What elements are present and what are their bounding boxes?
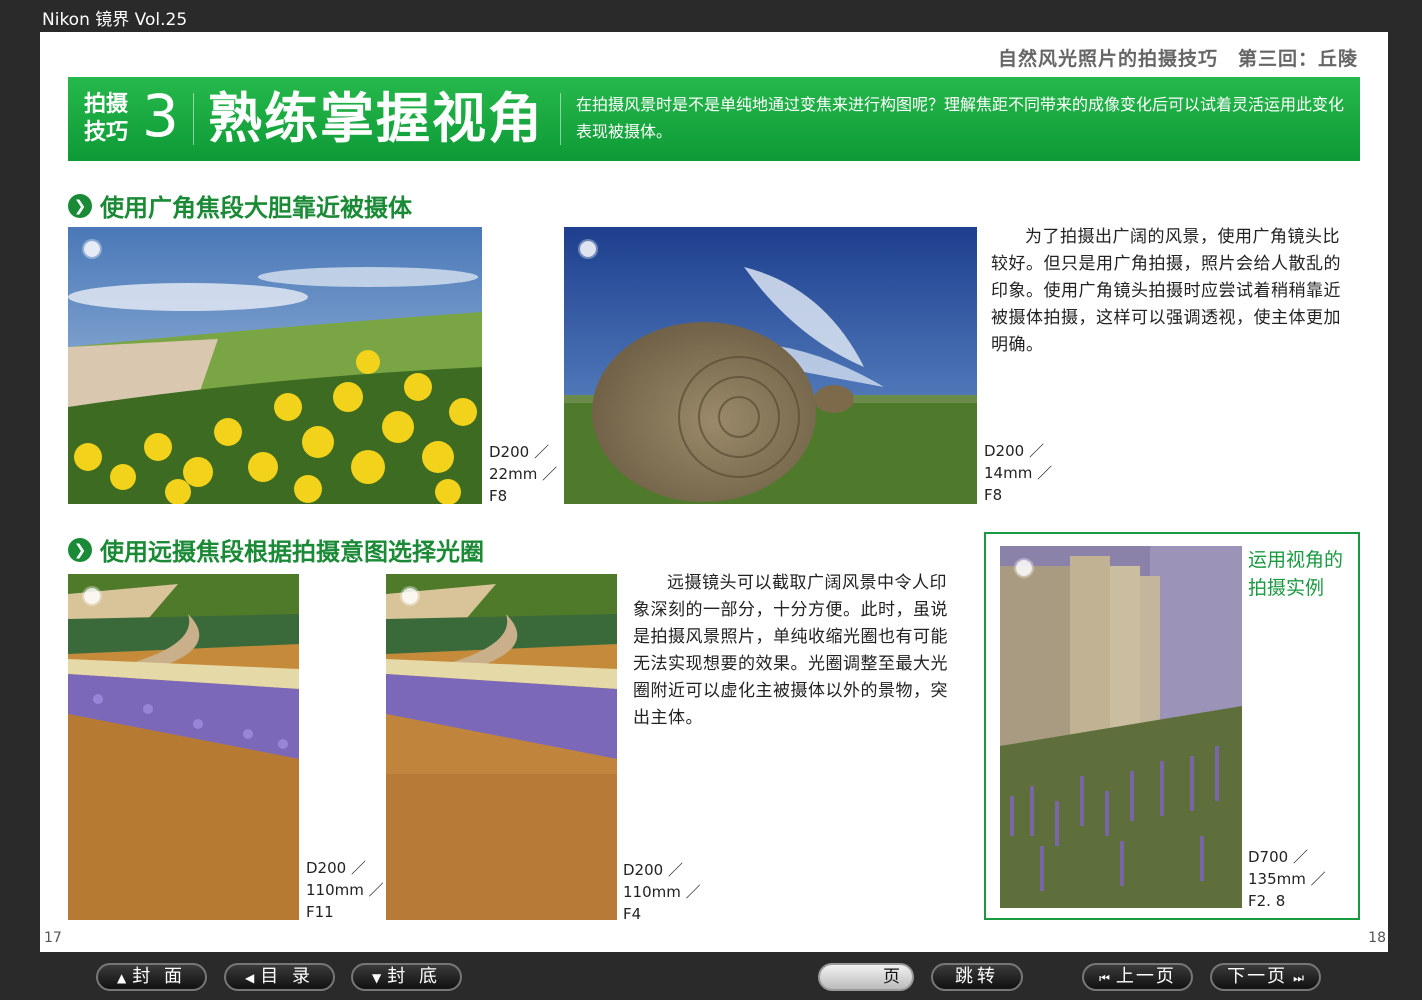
exif-photo3: D200 ／ 110mm ／ F11: [306, 857, 384, 923]
skip-forward-icon: ⏭: [1293, 971, 1304, 985]
section-heading-wide-angle: ❯ 使用广角焦段大胆靠近被摄体: [68, 188, 412, 223]
photo-marker: [580, 241, 596, 257]
exif-focal: 135mm ／: [1248, 870, 1326, 888]
section2-body-text: 远摄镜头可以截取广阔风景中令人印象深刻的一部分，十分方便。此时，虽说是拍摄风景照…: [633, 570, 955, 732]
exif-example: D700 ／ 135mm ／ F2. 8: [1248, 846, 1326, 912]
photo-lavender-posts: [1000, 546, 1242, 908]
next-page-button[interactable]: 下一页 ⏭: [1210, 963, 1321, 991]
exif-focal: 110mm ／: [306, 881, 384, 899]
skip-back-icon: ⏮: [1099, 971, 1110, 985]
tip-number: 3: [142, 82, 179, 150]
chevron-right-icon: ❯: [68, 193, 92, 218]
cover-button[interactable]: ▲ 封 面: [96, 963, 207, 991]
tip-title: 熟练掌握视角: [208, 87, 544, 150]
exif-photo1: D200 ／ 22mm ／ F8: [489, 441, 557, 507]
triangle-left-icon: ◀: [245, 971, 255, 985]
photo-marker: [84, 588, 100, 604]
jump-button-label: 跳转: [955, 966, 999, 987]
chevron-right-icon: ❯: [68, 537, 92, 562]
triangle-up-icon: ▲: [117, 971, 127, 985]
page-suffix: 页: [883, 967, 900, 987]
triangle-down-icon: ▼: [372, 971, 382, 985]
section-heading-telephoto: ❯ 使用远摄焦段根据拍摄意图选择光圈: [68, 532, 484, 567]
exif-aperture: F2. 8: [1248, 892, 1286, 910]
photo-hay-bale: [564, 227, 977, 504]
photo-wheat-f11: [68, 574, 299, 920]
article-header: 自然风光照片的拍摄技巧 第三回：丘陵: [997, 48, 1358, 70]
hay-bale-image: [564, 227, 977, 504]
exif-aperture: F8: [984, 486, 1003, 504]
exif-aperture: F11: [306, 903, 334, 921]
exif-camera: D200 ／: [623, 861, 683, 879]
prev-page-button[interactable]: ⏮ 上一页: [1082, 963, 1193, 991]
exif-camera: D200 ／: [306, 859, 366, 877]
exif-focal: 22mm ／: [489, 465, 558, 483]
page-number-right: 18: [1368, 930, 1386, 946]
prev-page-label: 上一页: [1115, 966, 1176, 987]
section2-paragraph: 远摄镜头可以截取广阔风景中令人印象深刻的一部分，十分方便。此时，虽说是拍摄风景照…: [633, 573, 948, 728]
photo-marker: [84, 241, 100, 257]
example-title: 运用视角的拍摄实例: [1248, 549, 1344, 599]
section1-paragraph: 为了拍摄出广阔的风景，使用广角镜头比较好。但只是用广角拍摄，照片会给人散乱的印象…: [991, 227, 1341, 355]
cover-button-label: 封 面: [132, 966, 186, 987]
tip-label-line2: 技巧: [84, 120, 129, 145]
exif-focal: 110mm ／: [623, 883, 701, 901]
banner-divider: [560, 93, 561, 145]
exif-camera: D200 ／: [984, 442, 1044, 460]
tip-description: 在拍摄风景时是不是单纯地通过变焦来进行构图呢？理解焦距不同带来的成像变化后可以试…: [576, 95, 1345, 141]
exif-focal: 14mm ／: [984, 464, 1053, 482]
toc-button[interactable]: ◀ 目 录: [224, 963, 335, 991]
exif-photo4: D200 ／ 110mm ／ F4: [623, 859, 701, 925]
photo-wheat-f4: [386, 574, 617, 920]
photo-marker: [402, 588, 418, 604]
section1-body-text: 为了拍摄出广阔的风景，使用广角镜头比较好。但只是用广角拍摄，照片会给人散乱的印象…: [991, 224, 1351, 359]
app-title: Nikon 镜界 Vol.25: [42, 10, 188, 30]
page-number-left: 17: [44, 930, 62, 946]
tip-label-line1: 拍摄: [84, 92, 129, 117]
exif-camera: D700 ／: [1248, 848, 1308, 866]
photo-dandelions: [68, 227, 482, 504]
lavender-posts-image: [1000, 546, 1242, 908]
back-cover-button-label: 封 底: [387, 966, 441, 987]
page-number-input[interactable]: 页: [818, 963, 914, 991]
section-heading-text: 使用广角焦段大胆靠近被摄体: [100, 194, 412, 222]
wheat-field-blurred-image: [386, 574, 617, 920]
example-box: 运用视角的拍摄实例 D700 ／ 135mm ／ F2. 8: [984, 532, 1360, 920]
next-page-label: 下一页: [1227, 966, 1288, 987]
photo-marker: [1016, 560, 1032, 576]
jump-button[interactable]: 跳转: [931, 963, 1023, 991]
back-cover-button[interactable]: ▼ 封 底: [351, 963, 462, 991]
banner-divider: [193, 93, 194, 145]
magazine-page: 自然风光照片的拍摄技巧 第三回：丘陵 拍摄 技巧 3 熟练掌握视角 在拍摄风景时…: [40, 32, 1388, 952]
tip-label: 拍摄 技巧: [84, 91, 140, 147]
tip-banner: 拍摄 技巧 3 熟练掌握视角 在拍摄风景时是不是单纯地通过变焦来进行构图呢？理解…: [68, 77, 1360, 161]
wheat-field-sharp-image: [68, 574, 299, 920]
toc-button-label: 目 录: [260, 966, 314, 987]
section-heading-text: 使用远摄焦段根据拍摄意图选择光圈: [100, 538, 484, 566]
exif-photo2: D200 ／ 14mm ／ F8: [984, 440, 1052, 506]
exif-aperture: F8: [489, 487, 508, 505]
dandelion-field-image: [68, 227, 482, 504]
exif-camera: D200 ／: [489, 443, 549, 461]
exif-aperture: F4: [623, 905, 642, 923]
